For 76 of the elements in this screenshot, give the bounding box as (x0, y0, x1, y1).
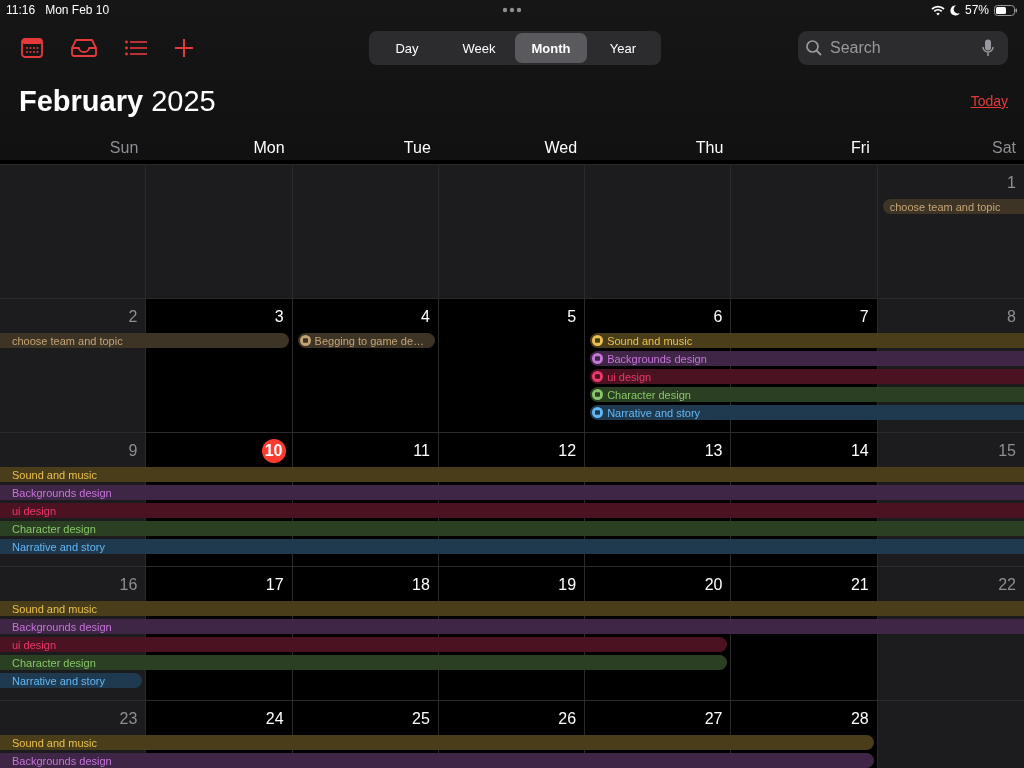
event-bar[interactable]: ui design (0, 637, 728, 652)
date-number: 13 (703, 441, 723, 461)
calendar-icon[interactable] (21, 38, 43, 58)
date-number: 9 (127, 441, 138, 461)
date-number: 12 (557, 441, 577, 461)
event-bar[interactable]: Backgrounds design (590, 351, 1024, 366)
date-number: 21 (849, 575, 869, 595)
wifi-icon (930, 4, 945, 16)
date-number: 20 (703, 575, 723, 595)
event-bar[interactable]: Backgrounds design (0, 753, 874, 768)
battery-icon (994, 4, 1018, 16)
date-number: 27 (703, 709, 723, 729)
date-number: 23 (118, 709, 138, 729)
event-bar[interactable]: ui design (590, 369, 1024, 384)
add-icon[interactable] (175, 39, 193, 57)
date-number: 26 (557, 709, 577, 729)
weekday-label: Mon (252, 138, 286, 157)
date-number: 28 (849, 709, 869, 729)
date-number: 14 (849, 441, 869, 461)
today-date: 10 (261, 439, 286, 463)
event-bar[interactable]: Narrative and story (0, 673, 143, 688)
weekday-label: Thu (694, 138, 725, 157)
event-bar[interactable]: Character design (0, 655, 728, 670)
date-number: 18 (411, 575, 430, 595)
event-bar[interactable]: Backgrounds design (0, 619, 1024, 634)
date-number: 4 (419, 307, 430, 327)
event-bar[interactable]: Sound and music (0, 467, 1024, 482)
status-date: Mon Feb 10 (45, 3, 110, 17)
weekday-label: Fri (850, 138, 871, 157)
view-tab[interactable]: Month (515, 33, 587, 63)
month-title: February 2025 (19, 84, 216, 118)
weekday-label: Sun (108, 138, 140, 157)
date-number: 19 (557, 575, 577, 595)
date-number: 1 (1006, 173, 1016, 193)
date-number: 17 (264, 575, 284, 595)
date-number: 8 (1006, 307, 1016, 327)
view-tab[interactable]: Week (443, 33, 515, 63)
date-number: 6 (712, 307, 723, 327)
inbox-icon[interactable] (71, 39, 97, 57)
event-bar[interactable]: Backgrounds design (0, 485, 1024, 500)
search-field[interactable]: Search (798, 31, 1008, 65)
microphone-icon[interactable] (982, 39, 994, 57)
today-link[interactable]: Today (970, 93, 1008, 109)
event-bar[interactable]: ui design (0, 503, 1024, 518)
weekday-label: Sat (991, 138, 1017, 157)
date-number: 24 (264, 709, 284, 729)
view-tab[interactable]: Day (371, 33, 443, 63)
search-input[interactable]: Search (828, 38, 976, 58)
multitasking-dots-icon[interactable] (502, 7, 522, 13)
moon-icon (949, 4, 960, 16)
date-number: 22 (997, 575, 1016, 595)
status-time: 11:16 (6, 3, 36, 17)
event-bar[interactable]: Narrative and story (590, 405, 1024, 420)
date-number: 16 (118, 575, 138, 595)
event-bar[interactable]: Character design (0, 521, 1024, 536)
event-bar[interactable]: Sound and music (590, 333, 1024, 348)
search-icon (806, 40, 822, 56)
event-bar[interactable]: Narrative and story (0, 539, 1024, 554)
weekday-label: Tue (402, 138, 432, 157)
event-bar[interactable]: choose team and topic (882, 199, 1024, 214)
date-number: 7 (858, 307, 869, 327)
date-number: 25 (411, 709, 430, 729)
date-number: 2 (127, 307, 138, 327)
date-number: 3 (273, 307, 284, 327)
event-bar[interactable]: Begging to game de… (297, 333, 435, 348)
weekday-label: Wed (543, 138, 579, 157)
date-number: 11 (412, 441, 430, 461)
list-icon[interactable] (125, 40, 147, 56)
event-bar[interactable]: Sound and music (0, 735, 874, 750)
date-number: 5 (566, 307, 577, 327)
date-number: 15 (997, 441, 1016, 461)
event-bar[interactable]: Sound and music (0, 601, 1024, 616)
event-bar[interactable]: Character design (590, 387, 1024, 402)
view-tab[interactable]: Year (587, 33, 659, 63)
event-bar[interactable]: choose team and topic (0, 333, 289, 348)
battery-percent: 57% (964, 3, 989, 17)
